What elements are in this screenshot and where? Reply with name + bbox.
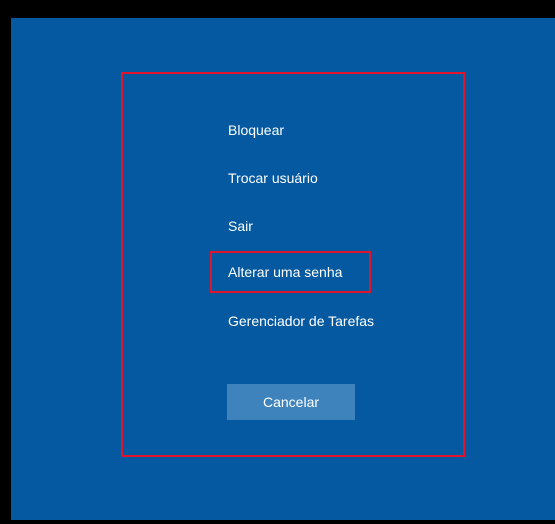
screenshot-frame: Bloquear Trocar usuário Sair Alterar uma… [0, 0, 555, 524]
sign-out-option[interactable]: Sair [228, 217, 253, 235]
switch-user-option[interactable]: Trocar usuário [228, 169, 318, 187]
change-password-highlight [210, 251, 371, 293]
lock-option[interactable]: Bloquear [228, 121, 284, 139]
cancel-button[interactable]: Cancelar [227, 384, 355, 420]
task-manager-option[interactable]: Gerenciador de Tarefas [228, 312, 374, 330]
